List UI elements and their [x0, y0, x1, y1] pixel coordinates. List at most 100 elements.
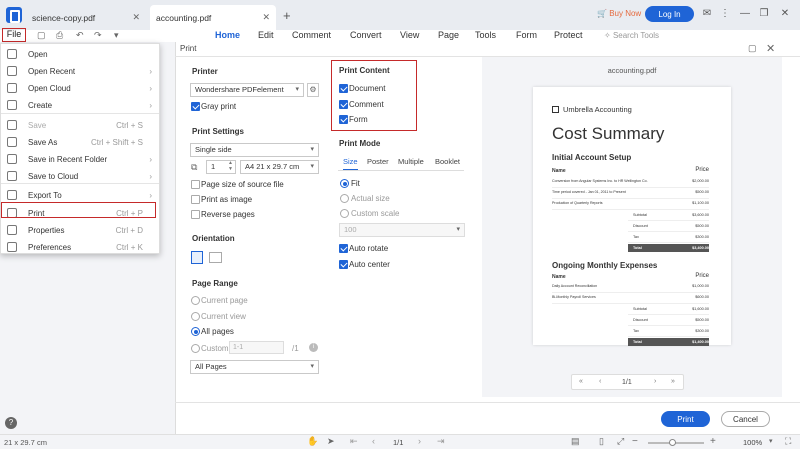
menu-page[interactable]: Page: [438, 30, 459, 40]
file-menu-item-save-to-cloud[interactable]: Save to Cloud ›: [1, 168, 159, 184]
tab-multiple[interactable]: Multiple: [398, 157, 424, 166]
sides-select[interactable]: Single side: [190, 143, 319, 157]
file-menu-item-export-to[interactable]: Export To ›: [1, 187, 159, 203]
minimize-icon[interactable]: —: [738, 7, 752, 21]
save-icon[interactable]: ▢: [37, 30, 46, 41]
printer-select[interactable]: Wondershare PDFelement: [190, 83, 304, 97]
zoom-out-icon[interactable]: −: [632, 436, 638, 447]
prev-page-icon[interactable]: ‹: [599, 378, 601, 385]
tab-label: accounting.pdf: [156, 12, 212, 23]
help-icon[interactable]: ?: [5, 417, 17, 429]
first-page-icon[interactable]: ⇤: [350, 436, 358, 447]
menu-tools[interactable]: Tools: [475, 30, 496, 40]
maximize-icon[interactable]: ▢: [748, 43, 757, 54]
fit-page-icon[interactable]: ⤢: [617, 436, 624, 447]
tab-science-copy[interactable]: science-copy.pdf ✕: [26, 5, 146, 30]
next-page-icon[interactable]: ›: [654, 378, 656, 385]
current-page-radio[interactable]: [191, 296, 200, 305]
zoom-slider[interactable]: [648, 442, 704, 444]
buy-now-link[interactable]: 🛒 Buy Now: [597, 9, 641, 18]
scale-input[interactable]: 100: [339, 223, 465, 237]
reverse-pages-checkbox[interactable]: [191, 210, 200, 219]
file-menu-item-label: Save As: [28, 137, 58, 147]
message-icon[interactable]: ✉: [700, 7, 714, 21]
file-menu-item-properties[interactable]: Properties Ctrl + D: [1, 222, 159, 238]
fullscreen-icon[interactable]: ⛶: [785, 436, 791, 447]
zoom-dropdown-icon[interactable]: ▾: [769, 437, 773, 445]
close-icon[interactable]: ✕: [262, 12, 270, 23]
close-icon[interactable]: ✕: [132, 12, 140, 23]
cancel-button[interactable]: Cancel: [721, 411, 770, 427]
dropdown-icon[interactable]: ▾: [114, 30, 119, 41]
menu-home[interactable]: Home: [215, 30, 240, 40]
menu-protect[interactable]: Protect: [554, 30, 583, 40]
source-size-checkbox[interactable]: [191, 180, 200, 189]
save-in-recent-folder-icon: [7, 154, 17, 164]
fit-radio[interactable]: [340, 179, 349, 188]
last-page-icon[interactable]: »: [671, 378, 675, 385]
tab-poster[interactable]: Poster: [367, 157, 389, 166]
menu-edit[interactable]: Edit: [258, 30, 274, 40]
paper-size-select[interactable]: A4 21 x 29.7 cm: [240, 160, 319, 174]
select-tool-icon[interactable]: ➤: [327, 436, 335, 447]
prev-page-icon[interactable]: ‹: [372, 436, 375, 446]
copies-input[interactable]: 1 ▲ ▼: [206, 160, 236, 174]
menu-view[interactable]: View: [400, 30, 419, 40]
file-menu-item-save-in-recent-folder[interactable]: Save in Recent Folder ›: [1, 151, 159, 167]
tab-size[interactable]: Size: [343, 157, 358, 170]
file-menu-item-preferences[interactable]: Preferences Ctrl + K: [1, 239, 159, 255]
hand-tool-icon[interactable]: ✋: [307, 436, 318, 447]
zoom-level[interactable]: 100%: [743, 438, 762, 447]
search-tools[interactable]: ✧ Search Tools: [604, 31, 659, 40]
custom-scale-radio[interactable]: [340, 209, 349, 218]
new-tab-button[interactable]: +: [283, 8, 291, 23]
menu-form[interactable]: Form: [516, 30, 537, 40]
all-pages-radio[interactable]: [191, 327, 200, 336]
total-label: Total: [633, 246, 642, 250]
single-page-icon[interactable]: ▯: [599, 436, 604, 447]
row-divider: [628, 314, 709, 315]
tab-accounting[interactable]: accounting.pdf ✕: [150, 5, 276, 30]
landscape-icon[interactable]: [209, 252, 222, 263]
current-page-label: Current page: [201, 296, 248, 305]
file-menu-item-create[interactable]: Create ›: [1, 97, 159, 113]
zoom-slider-handle[interactable]: [669, 439, 676, 446]
file-menu-item-open-cloud[interactable]: Open Cloud ›: [1, 80, 159, 96]
file-menu-item-open[interactable]: Open: [1, 46, 159, 62]
first-page-icon[interactable]: «: [579, 378, 583, 385]
restore-icon[interactable]: ❐: [757, 7, 771, 21]
page-subset-select[interactable]: All Pages: [190, 360, 319, 374]
more-icon[interactable]: ⋮: [718, 7, 732, 21]
print-icon[interactable]: ⎙: [56, 30, 63, 41]
next-page-icon[interactable]: ›: [418, 436, 421, 446]
actual-size-radio[interactable]: [340, 194, 349, 203]
current-view-label: Current view: [201, 312, 246, 321]
zoom-in-icon[interactable]: +: [710, 436, 716, 447]
file-menu-item-save-as[interactable]: Save As Ctrl + Shift + S: [1, 134, 159, 150]
print-button[interactable]: Print: [661, 411, 710, 427]
current-view-radio[interactable]: [191, 312, 200, 321]
tab-booklet[interactable]: Booklet: [435, 157, 460, 166]
gray-print-checkbox[interactable]: [191, 102, 200, 111]
redo-icon[interactable]: ↷: [94, 30, 102, 41]
custom-range-input[interactable]: 1-1: [229, 341, 284, 354]
custom-radio[interactable]: [191, 344, 200, 353]
page-layout-icon[interactable]: ▤: [571, 436, 580, 447]
menu-convert[interactable]: Convert: [350, 30, 382, 40]
auto-rotate-checkbox[interactable]: [339, 244, 348, 253]
login-button[interactable]: Log In: [645, 6, 694, 22]
window-close-icon[interactable]: ✕: [778, 7, 792, 21]
file-menu-button[interactable]: File: [2, 28, 26, 42]
auto-center-checkbox[interactable]: [339, 260, 348, 269]
printer-settings-icon[interactable]: ⚙: [307, 83, 319, 97]
menu-comment[interactable]: Comment: [292, 30, 331, 40]
print-image-checkbox[interactable]: [191, 195, 200, 204]
undo-icon[interactable]: ↶: [76, 30, 84, 41]
file-menu-item-open-recent[interactable]: Open Recent ›: [1, 63, 159, 79]
last-page-icon[interactable]: ⇥: [437, 436, 445, 447]
portrait-icon[interactable]: [191, 251, 203, 264]
info-icon[interactable]: i: [309, 343, 318, 352]
dialog-close-icon[interactable]: ✕: [766, 42, 775, 55]
page-nav[interactable]: 1/1: [393, 438, 403, 447]
file-menu-item-save[interactable]: Save Ctrl + S: [1, 117, 159, 133]
